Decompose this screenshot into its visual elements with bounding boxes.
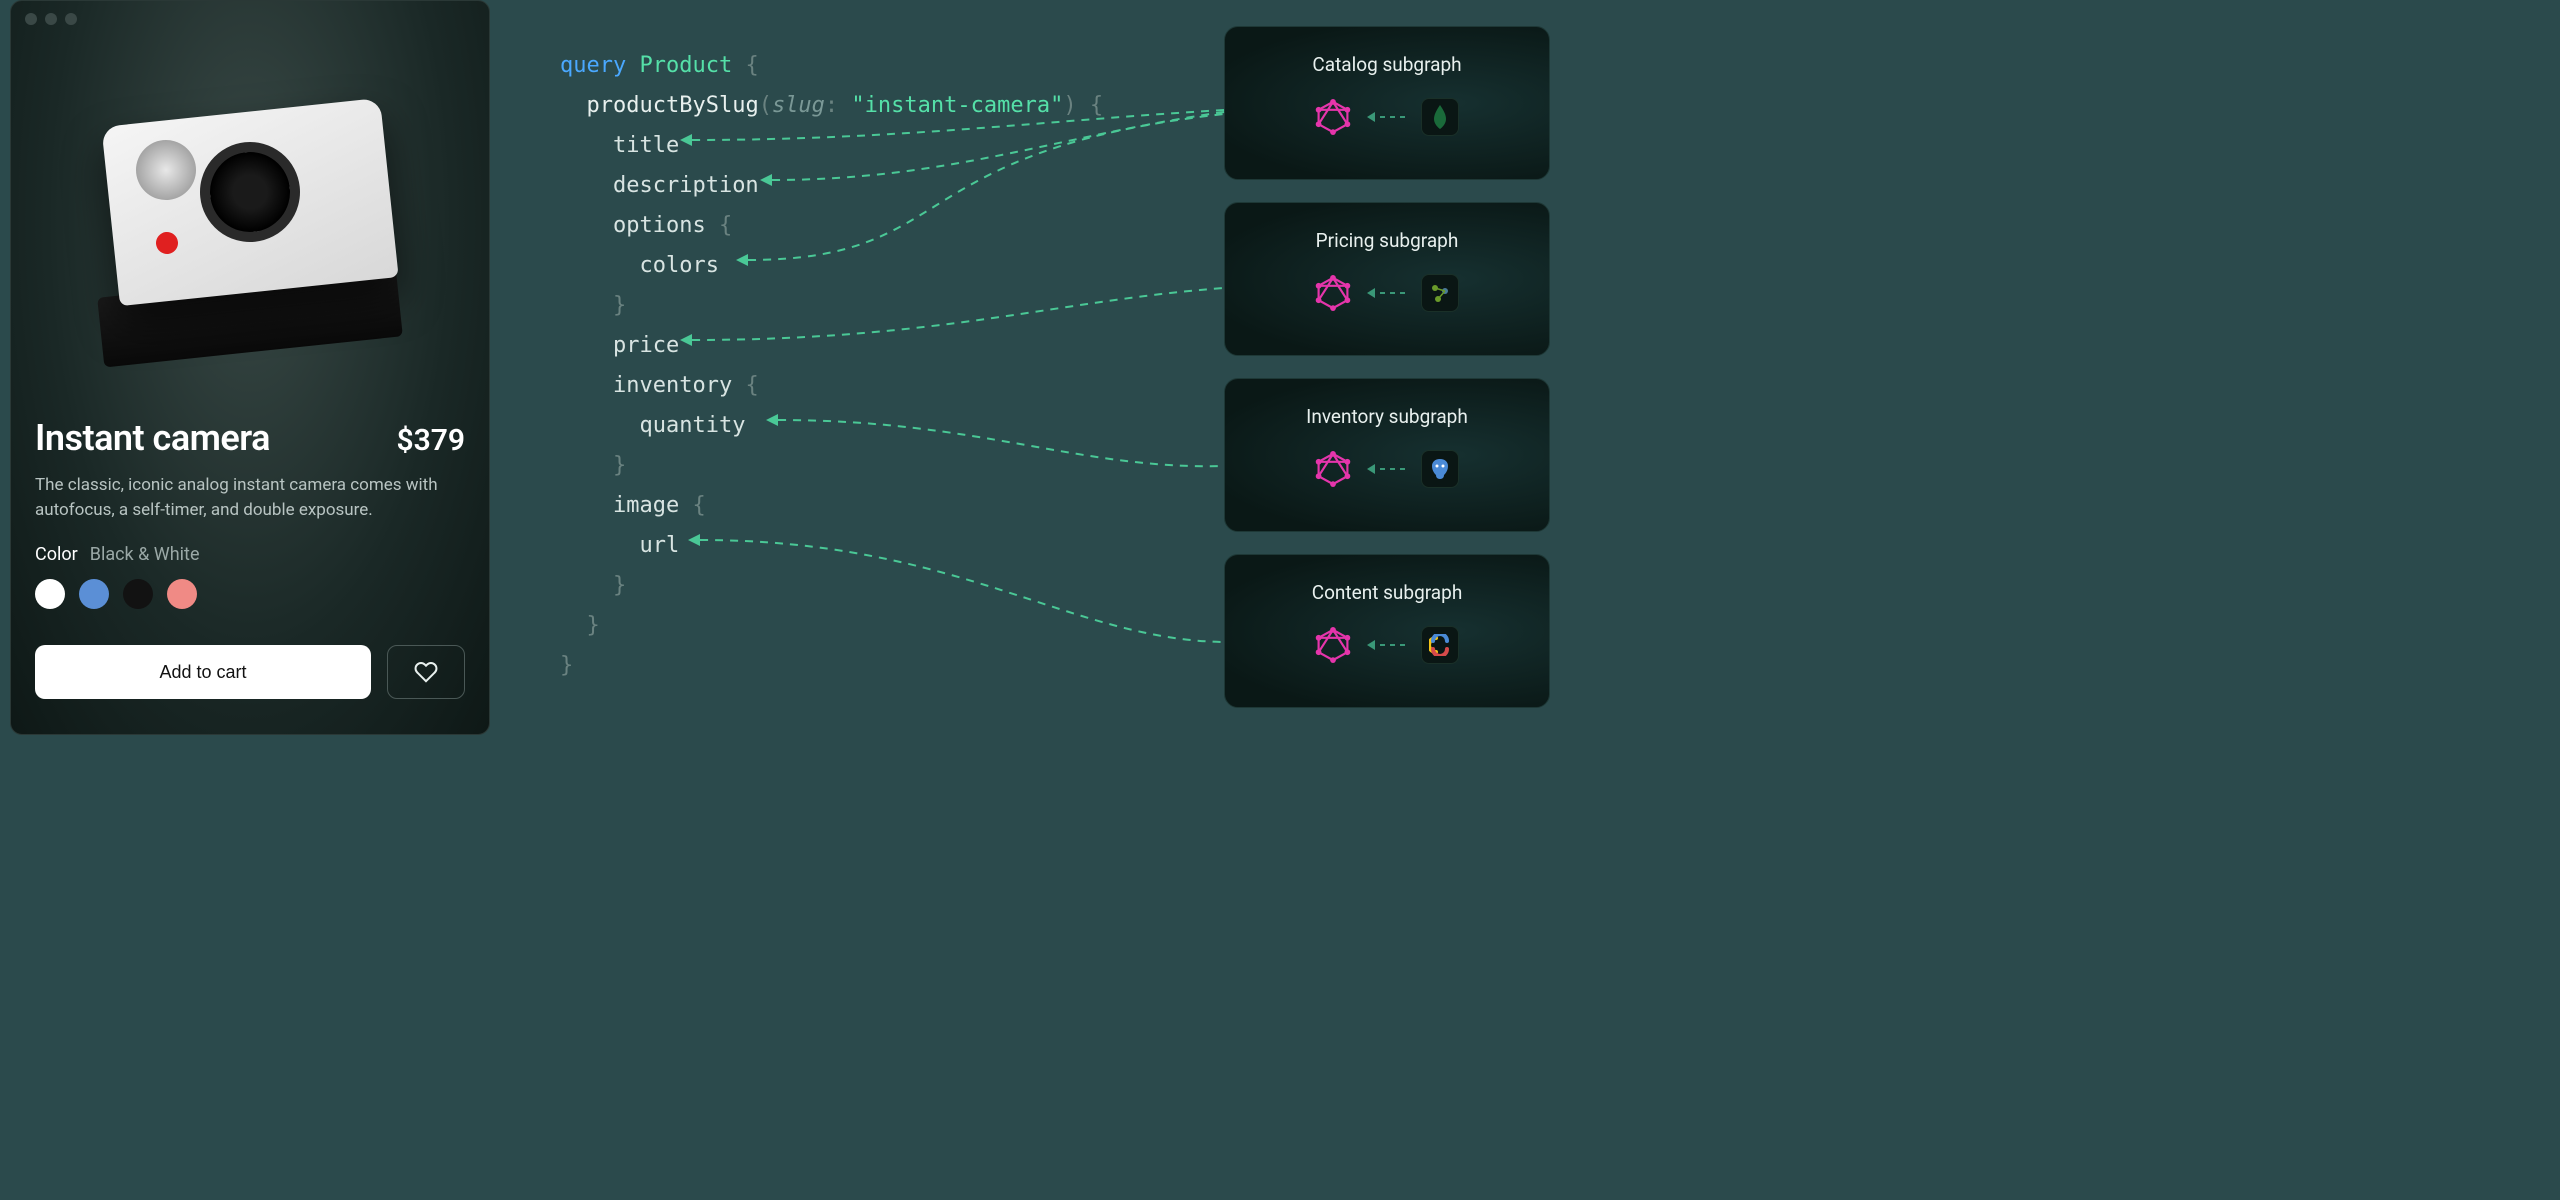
subgraph-inventory: Inventory subgraph [1224, 378, 1550, 532]
product-description: The classic, iconic analog instant camer… [35, 473, 465, 522]
graphql-icon [1315, 99, 1351, 135]
mongodb-icon [1421, 98, 1459, 136]
product-price: $379 [396, 423, 465, 458]
subgraph-title: Inventory subgraph [1245, 405, 1529, 428]
color-label: Color [35, 544, 78, 565]
subgraph-content: Content subgraph [1224, 554, 1550, 708]
arrow-icon [1367, 464, 1405, 474]
subgraph-title: Catalog subgraph [1245, 53, 1529, 76]
contentful-icon [1421, 626, 1459, 664]
favorite-button[interactable] [387, 645, 465, 699]
subgraph-catalog: Catalog subgraph [1224, 26, 1550, 180]
keyword-query: query [560, 53, 626, 78]
field-title: title [613, 133, 679, 158]
swatch-black[interactable] [123, 579, 153, 609]
arrow-icon [1367, 640, 1405, 650]
field-price: price [613, 333, 679, 358]
color-swatches [35, 579, 465, 609]
selected-color-name: Black & White [90, 544, 200, 565]
subgraph-list: Catalog subgraph Pricing subgraph Invent… [1224, 26, 1550, 708]
product-image [11, 37, 489, 417]
window-titlebar [11, 1, 489, 37]
product-window: Instant camera $379 The classic, iconic … [10, 0, 490, 735]
root-field: productBySlug [587, 93, 759, 118]
swatch-white[interactable] [35, 579, 65, 609]
arg-name: slug [772, 93, 825, 118]
graphql-icon [1315, 451, 1351, 487]
swatch-blue[interactable] [79, 579, 109, 609]
graphql-icon [1315, 627, 1351, 663]
field-colors: colors [639, 253, 718, 278]
subgraph-pricing: Pricing subgraph [1224, 202, 1550, 356]
subgraph-title: Pricing subgraph [1245, 229, 1529, 252]
heart-icon [414, 660, 438, 684]
postgres-icon [1421, 450, 1459, 488]
traffic-light-minimize[interactable] [45, 13, 57, 25]
field-image: image [613, 493, 679, 518]
graphql-query: query Product { productBySlug(slug: "ins… [560, 46, 1103, 686]
traffic-light-close[interactable] [25, 13, 37, 25]
arrow-icon [1367, 112, 1405, 122]
product-title: Instant camera [35, 417, 270, 459]
neo4j-icon [1421, 274, 1459, 312]
arg-value: "instant-camera" [851, 93, 1063, 118]
add-to-cart-button[interactable]: Add to cart [35, 645, 371, 699]
field-options: options [613, 213, 706, 238]
field-url: url [639, 533, 679, 558]
graphql-icon [1315, 275, 1351, 311]
field-inventory: inventory [613, 373, 732, 398]
swatch-coral[interactable] [167, 579, 197, 609]
operation-name: Product [639, 53, 732, 78]
field-description: description [613, 173, 759, 198]
traffic-light-zoom[interactable] [65, 13, 77, 25]
field-quantity: quantity [639, 413, 745, 438]
arrow-icon [1367, 288, 1405, 298]
subgraph-title: Content subgraph [1245, 581, 1529, 604]
